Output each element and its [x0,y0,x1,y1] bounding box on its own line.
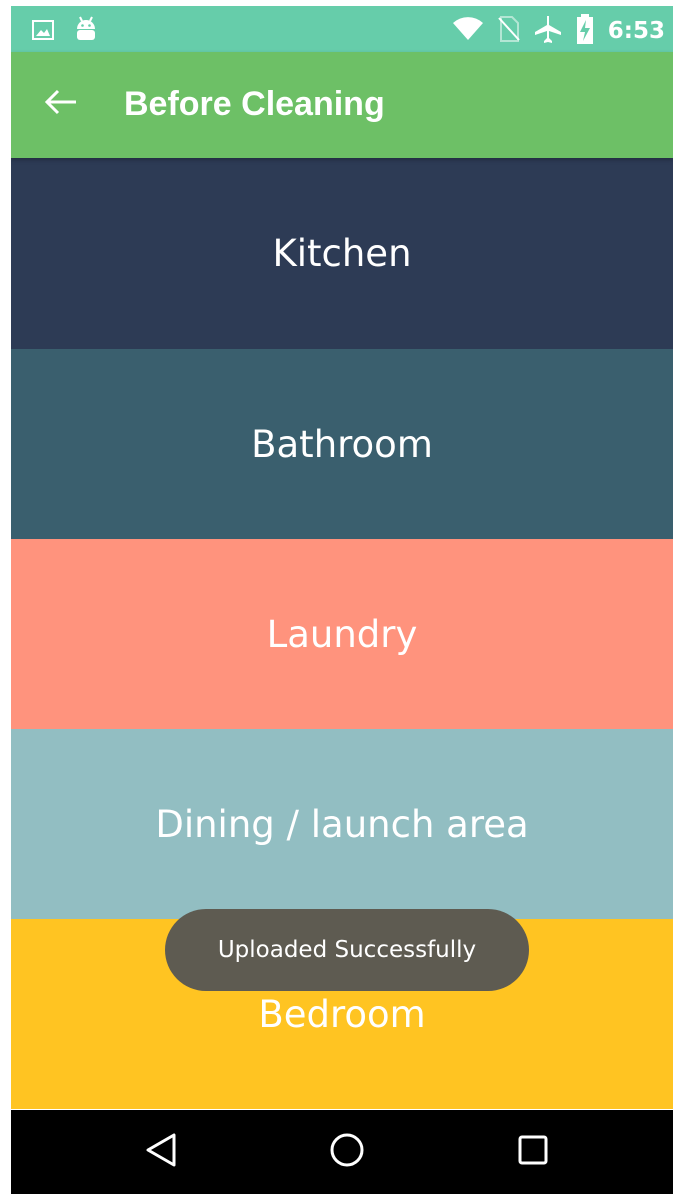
room-label: Laundry [266,612,418,656]
back-triangle-icon [144,1132,178,1172]
status-bar: 6:53 [11,6,673,52]
room-label: Kitchen [272,232,412,275]
room-label: Bedroom [258,992,426,1036]
status-system-icons: 6:53 [452,14,665,48]
wifi-icon [452,16,484,46]
nav-back-button[interactable] [139,1130,183,1174]
android-icon [75,16,97,48]
toast-message: Uploaded Successfully [165,909,529,991]
page-title: Before Cleaning [124,85,385,123]
no-sim-icon [498,15,520,47]
room-item-bathroom[interactable]: Bathroom [11,349,673,539]
room-item-dining[interactable]: Dining / launch area [11,729,673,919]
room-label: Dining / launch area [155,802,529,846]
phone-screen: 6:53 Before Cleaning Kitchen Bathroom La… [11,6,673,1194]
room-label: Bathroom [251,422,433,466]
navigation-bar [11,1110,673,1194]
status-time: 6:53 [607,18,665,44]
nav-recents-button[interactable] [511,1130,555,1174]
battery-charging-icon [576,14,594,48]
room-item-kitchen[interactable]: Kitchen [11,158,673,349]
arrow-back-icon [44,88,78,120]
status-notifications [31,16,97,48]
recents-square-icon [516,1133,550,1171]
home-circle-icon [329,1132,365,1172]
airplane-icon [534,15,562,47]
app-bar: Before Cleaning [11,52,673,158]
back-button[interactable] [39,82,83,126]
nav-home-button[interactable] [325,1130,369,1174]
image-icon [31,18,55,46]
room-item-laundry[interactable]: Laundry [11,539,673,729]
